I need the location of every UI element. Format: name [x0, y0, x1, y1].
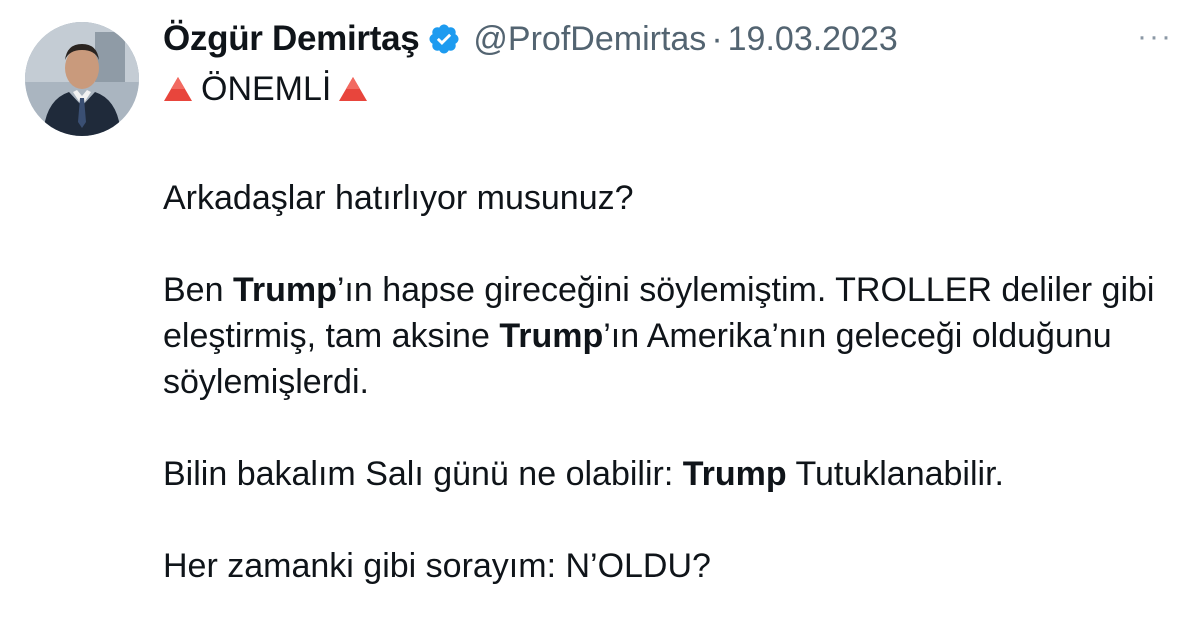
tweet-title: ÖNEMLİ — [163, 66, 1173, 112]
avatar-photo — [25, 22, 139, 136]
tweet-paragraph-4: Her zamanki gibi sorayım: N’OLDU? — [163, 547, 711, 585]
verified-badge-icon — [429, 24, 459, 54]
author-handle[interactable]: @ProfDemirtas — [473, 20, 706, 59]
more-dots-icon[interactable]: ··· — [1137, 22, 1173, 52]
text-span: Tutuklanabilir. — [786, 455, 1004, 493]
tweet-content: Özgür Demirtaş @ProfDemirtas · 19.03.202… — [163, 14, 1173, 589]
bold-name: Trump — [682, 455, 787, 493]
tweet-paragraph-2: Ben Trump’ın hapse gireceğini söylemişti… — [163, 267, 1173, 405]
avatar[interactable] — [25, 22, 139, 136]
tweet-card: Özgür Demirtaş @ProfDemirtas · 19.03.202… — [0, 0, 1200, 632]
tweet-header: Özgür Demirtaş @ProfDemirtas · 19.03.202… — [163, 14, 1173, 64]
tweet-date[interactable]: 19.03.2023 — [728, 20, 898, 59]
text-span: Ben — [163, 271, 233, 309]
separator-dot: · — [711, 19, 723, 58]
red-triangle-icon — [339, 77, 368, 101]
bold-name: Trump — [499, 317, 604, 355]
tweet-title-text: ÖNEMLİ — [201, 70, 332, 108]
tweet-text: ÖNEMLİ Arkadaşlar hatırlıyor musunuz? Be… — [163, 66, 1173, 589]
author-name[interactable]: Özgür Demirtaş — [163, 19, 420, 59]
tweet-paragraph-3: Bilin bakalım Salı günü ne olabilir: Tru… — [163, 451, 1173, 497]
tweet-paragraph-1: Arkadaşlar hatırlıyor musunuz? — [163, 179, 634, 217]
red-triangle-icon — [164, 77, 192, 101]
text-span: Bilin bakalım Salı günü ne olabilir: — [163, 455, 683, 493]
bold-name: Trump — [232, 271, 337, 309]
